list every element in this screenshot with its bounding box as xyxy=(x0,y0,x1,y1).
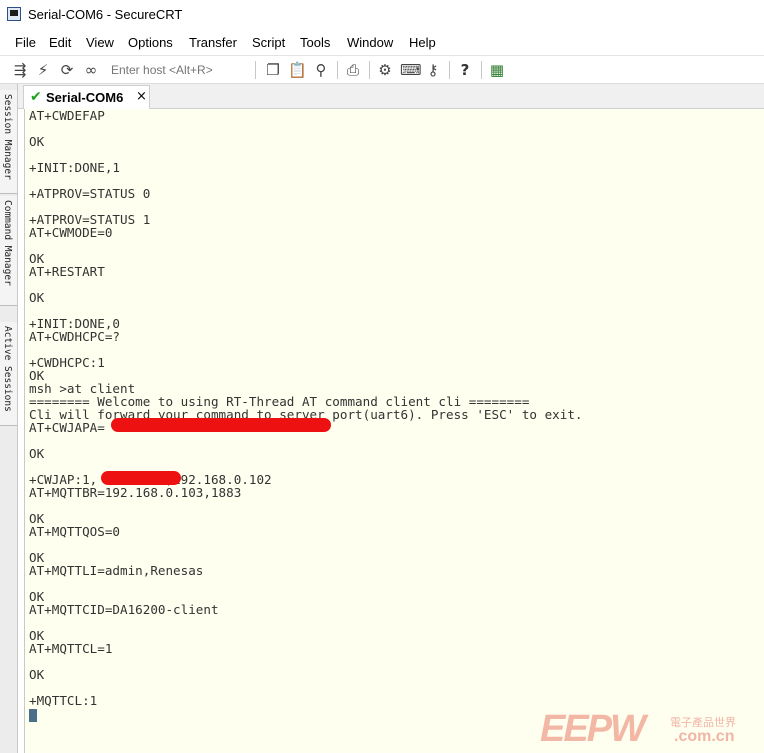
tab-label: Serial-COM6 xyxy=(46,90,124,105)
app-icon xyxy=(7,7,21,21)
paste-icon[interactable]: 📋 xyxy=(288,61,307,79)
toolbar-separator xyxy=(449,61,450,79)
window-title: Serial-COM6 - SecureCRT xyxy=(28,7,183,22)
menu-transfer[interactable]: Transfer xyxy=(189,35,237,50)
title-bar: Serial-COM6 - SecureCRT xyxy=(0,0,764,31)
toolbar-separator xyxy=(369,61,370,79)
side-panel: Session Manager Command Manager Active S… xyxy=(0,84,18,753)
side-tab-command-manager[interactable]: Command Manager xyxy=(0,196,17,306)
terminal-output[interactable]: AT+CWDEFAP OK +INIT:DONE,1 +ATPROV=STATU… xyxy=(24,109,764,753)
lightning-icon[interactable]: ⚡ xyxy=(34,61,52,79)
sftp-icon[interactable]: ▦ xyxy=(488,61,506,79)
menu-bar: File Edit View Options Transfer Script T… xyxy=(0,31,764,55)
toolbar-separator xyxy=(481,61,482,79)
link-icon[interactable]: ∞ xyxy=(82,61,100,79)
redaction-mark xyxy=(111,418,331,432)
menu-view[interactable]: View xyxy=(86,35,114,50)
terminal-cursor xyxy=(29,709,37,722)
toolbar-separator xyxy=(337,61,338,79)
terminal-text: AT+CWDEFAP OK +INIT:DONE,1 +ATPROV=STATU… xyxy=(29,109,583,708)
find-icon[interactable]: ⚲ xyxy=(312,61,330,79)
menu-help[interactable]: Help xyxy=(409,35,436,50)
help-icon[interactable]: ? xyxy=(456,61,474,79)
menu-script[interactable]: Script xyxy=(252,35,285,50)
side-tab-session-manager[interactable]: Session Manager xyxy=(0,90,17,194)
watermark-url: .com.cn xyxy=(674,728,735,745)
menu-options[interactable]: Options xyxy=(128,35,173,50)
keymap-icon[interactable]: ⌨ xyxy=(400,61,422,79)
menu-file[interactable]: File xyxy=(15,35,36,50)
settings-icon[interactable]: ⚙ xyxy=(376,61,394,79)
toolbar: ⇶ ⚡ ⟳ ∞ ❐ 📋 ⚲ ⎙ ⚙ ⌨ ⚷ ? ▦ xyxy=(0,55,764,84)
connect-icon[interactable]: ⇶ xyxy=(11,61,29,79)
close-icon[interactable]: × xyxy=(136,89,147,104)
menu-edit[interactable]: Edit xyxy=(49,35,71,50)
menu-window[interactable]: Window xyxy=(347,35,393,50)
session-tab-bar: ✔ Serial-COM6 × xyxy=(18,84,764,109)
redaction-mark xyxy=(101,471,181,485)
menu-tools[interactable]: Tools xyxy=(300,35,330,50)
toolbar-separator xyxy=(255,61,256,79)
watermark-logo: EEPW xyxy=(540,708,646,750)
copy-icon[interactable]: ❐ xyxy=(264,61,282,79)
tab-serial-com6[interactable]: ✔ Serial-COM6 × xyxy=(23,85,150,109)
host-input[interactable] xyxy=(105,59,245,80)
reconnect-icon[interactable]: ⟳ xyxy=(58,61,76,79)
print-icon[interactable]: ⎙ xyxy=(344,61,362,79)
key-icon[interactable]: ⚷ xyxy=(424,61,442,79)
connected-check-icon: ✔ xyxy=(30,89,42,105)
side-tab-active-sessions[interactable]: Active Sessions xyxy=(0,322,17,426)
